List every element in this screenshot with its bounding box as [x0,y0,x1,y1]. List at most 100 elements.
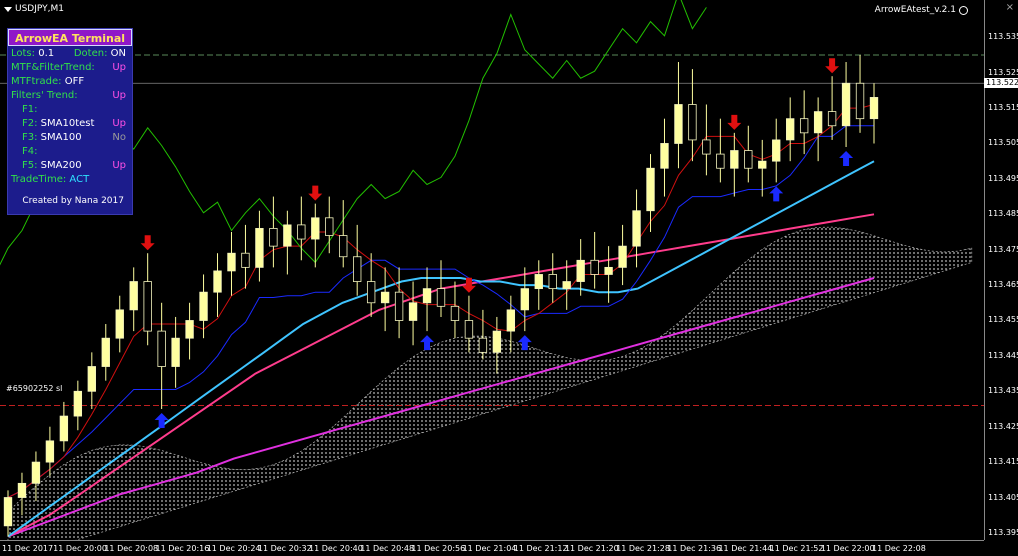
chart-area[interactable] [0,0,1018,556]
time-tick: 11 Dec 21:52 [769,544,824,553]
time-tick: 11 Dec 20:08 [104,544,159,553]
candle-body [604,266,613,275]
buy-arrow-icon [839,151,854,166]
candle-body [394,291,404,321]
symbol-title: USDJPY,M1 [4,4,64,14]
ea-terminal-panel: ArrowEA Terminal Lots: 0.1 Doten: ON MTF… [7,28,133,215]
time-tick: 11 Dec 20:00 [53,544,107,553]
sell-arrow-icon [727,114,742,130]
filter-row-f2: F2: SMA10test Up [8,118,132,130]
time-tick: 11 Dec 21:20 [564,544,619,553]
candle-body [227,252,236,272]
doten-value: ON [110,48,126,59]
candle-body [422,288,432,304]
candle-body [590,259,599,275]
time-axis[interactable]: 11 Dec 2017 11 Dec 20:00 11 Dec 20:08 11 De… [0,540,984,556]
doten-label: Doten: [73,48,108,59]
candle-body [157,330,166,367]
filter-name: SMA200 [40,160,82,171]
candle-body [339,235,348,258]
candle-body [730,150,739,169]
time-tick: 11 Dec 21:44 [718,544,773,553]
mtf-filter-row: MTF&FilterTrend: Up [8,62,132,74]
candle-body [674,104,683,144]
filter-value: Up [112,118,126,129]
ichimoku-cloud [7,226,973,540]
candle-body [506,309,516,332]
time-tick: 11 Dec 21:36 [667,544,722,553]
candle-body [17,482,27,498]
filter-row-f3: F3: SMA100 No [8,132,132,144]
time-tick: 11 Dec 20:40 [309,544,363,553]
price-tick: 113.465 [988,280,1018,290]
time-tick: 11 Dec 21:28 [616,544,670,553]
price-tick: 113.535 [988,32,1018,42]
candle-body [758,160,767,169]
filter-label: F3: [22,132,38,143]
time-tick: 11 Dec 20:56 [411,544,466,553]
candle-body [716,153,725,169]
mtftrade-value: OFF [64,76,85,87]
lots-value: 0.1 [38,48,55,59]
candle-body [632,210,641,247]
candle-body [450,305,460,321]
candle-body [380,291,390,304]
time-tick: 11 Dec 21:04 [462,544,517,553]
price-tick: 113.425 [988,421,1018,431]
candle-body [255,228,264,268]
candle-body [841,82,851,127]
candle-body [199,291,208,321]
candle-body [436,288,446,307]
sell-arrow-icon [825,58,840,74]
candle-body [101,337,110,367]
price-chart[interactable] [0,0,984,540]
time-tick: 11 Dec 21:12 [513,544,568,553]
chart-menu-icon[interactable] [4,6,12,12]
lots-row: Lots: 0.1 Doten: ON [8,48,132,60]
candle-body [115,309,124,339]
price-tick: 113.495 [988,173,1018,183]
sl-line-label: #65902252 sl [6,384,63,393]
mtftrade-label: MTFtrade: [11,76,62,87]
candle-body [827,111,837,127]
filter-row-f1: F1: [8,104,132,116]
candle-body [869,97,879,120]
candle-body [283,224,292,247]
candle-body [744,150,753,169]
candle-body [311,217,320,240]
candle-body [45,440,55,463]
candle-body [855,82,865,120]
time-tick: 11 Dec 20:16 [155,544,210,553]
candle-body [73,390,83,417]
panel-title: ArrowEA Terminal [8,29,132,46]
candle-body [213,270,222,293]
filter-label: F2: [22,118,38,129]
ea-name-label: ArrowEAtest_v.2.1 [874,5,956,15]
price-tick: 113.445 [988,350,1018,360]
candle-body [562,281,571,290]
candle-body [241,252,250,268]
smiley-icon[interactable] [959,5,968,15]
lots-label: Lots: [11,48,36,59]
filter-value: Up [112,160,126,171]
mtf-filter-label: MTF&FilterTrend: [11,62,95,73]
filter-name: SMA10test [40,118,95,129]
filter-label: F4: [22,146,38,157]
candle-body [520,288,529,311]
filter-row-f5: F5: SMA200 Up [8,160,132,172]
tradetime-row: TradeTime: ACT [8,174,132,186]
candle-body [366,281,376,304]
symbol-label: USDJPY,M1 [15,4,64,14]
candle-body [31,461,41,484]
filter-value: No [112,132,126,143]
candle-body [772,139,781,162]
candle-body [646,167,655,212]
tradetime-value: ACT [69,174,90,185]
candle-body [269,228,278,247]
candle-body [478,337,488,353]
time-tick: 11 Dec 22:00 [820,544,875,553]
price-tick: 113.435 [988,386,1018,396]
filter-row-f4: F4: [8,146,132,158]
candle-body [129,281,138,311]
current-price-label: 113.522 [984,78,1018,89]
